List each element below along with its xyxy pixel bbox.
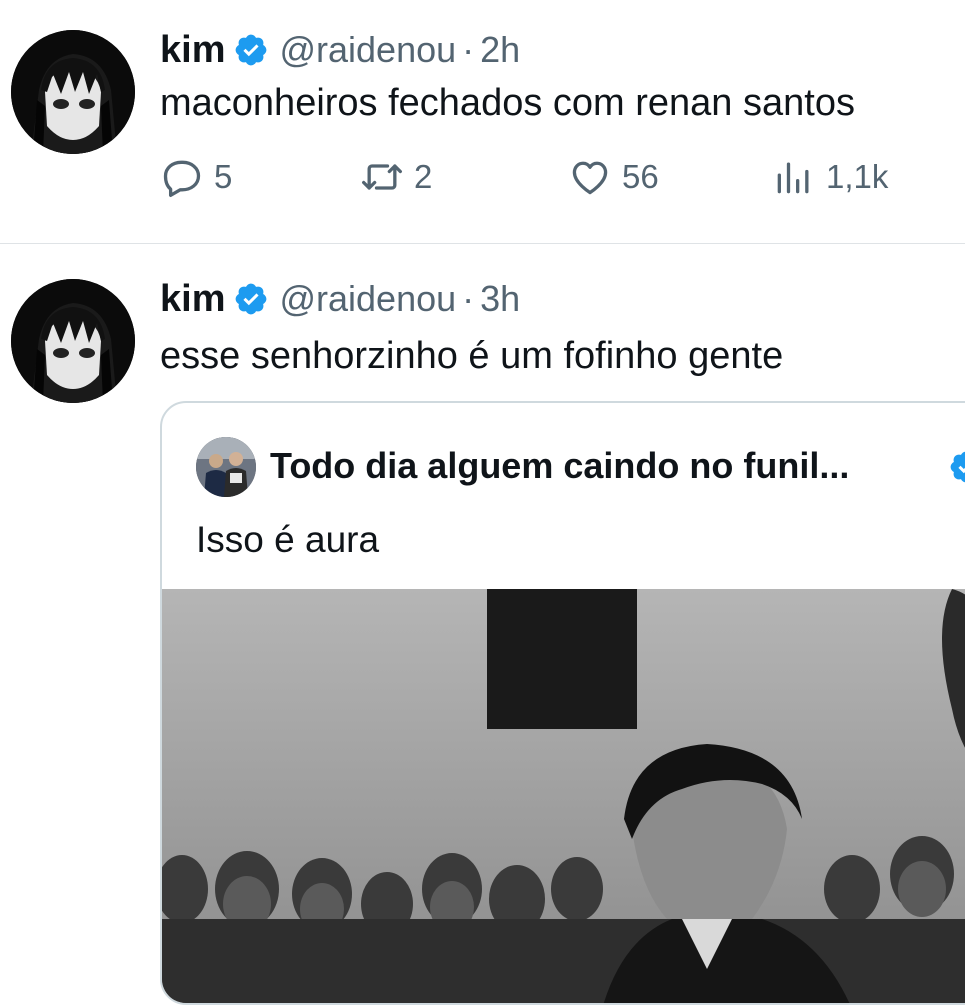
- verified-badge-icon: [236, 34, 267, 66]
- timestamp[interactable]: 3h: [480, 278, 520, 320]
- timestamp[interactable]: 2h: [480, 29, 520, 71]
- like-count: 56: [622, 158, 659, 195]
- reply-button[interactable]: 5: [160, 155, 232, 199]
- avatar[interactable]: [11, 279, 135, 403]
- views-count: 1,1k: [826, 158, 889, 195]
- author-handle[interactable]: @raidenou: [279, 278, 456, 320]
- quoted-tweet[interactable]: Todo dia alguem caindo no funil... Isso …: [160, 401, 965, 1005]
- verified-badge-icon: [236, 283, 267, 315]
- quoted-avatar[interactable]: [196, 437, 256, 497]
- reply-icon: [163, 160, 201, 197]
- tweet[interactable]: kim @raidenou · 3h esse senhorzinho é um…: [0, 243, 965, 1005]
- separator-dot: ·: [462, 278, 475, 319]
- tweet-header: kim @raidenou · 3h: [160, 277, 520, 321]
- author-handle[interactable]: @raidenou: [279, 29, 456, 71]
- quoted-text: Isso é aura: [196, 519, 380, 560]
- retweet-icon: [362, 164, 402, 190]
- quoted-author-name[interactable]: Todo dia alguem caindo no funil...: [270, 445, 849, 487]
- tweet-actions: 5 2 56 1,1k: [160, 155, 920, 205]
- views-button[interactable]: 1,1k: [772, 155, 888, 199]
- like-button[interactable]: 56: [568, 155, 659, 199]
- heart-icon: [572, 161, 608, 195]
- reply-count: 5: [214, 158, 233, 195]
- tweet-text: esse senhorzinho é um fofinho gente: [160, 335, 784, 377]
- views-icon: [777, 162, 809, 194]
- retweet-count: 2: [414, 158, 433, 195]
- tweet-header: kim @raidenou · 2h: [160, 28, 520, 72]
- retweet-button[interactable]: 2: [360, 155, 432, 199]
- avatar[interactable]: [11, 30, 135, 154]
- verified-badge-icon: [950, 451, 965, 483]
- separator-dot: ·: [462, 29, 475, 70]
- tweet[interactable]: kim @raidenou · 2h maconheiros fechados …: [0, 0, 965, 243]
- author-name[interactable]: kim: [160, 29, 225, 72]
- author-name[interactable]: kim: [160, 278, 225, 321]
- tweet-text: maconheiros fechados com renan santos: [160, 82, 855, 124]
- quoted-media-image[interactable]: [162, 589, 965, 1003]
